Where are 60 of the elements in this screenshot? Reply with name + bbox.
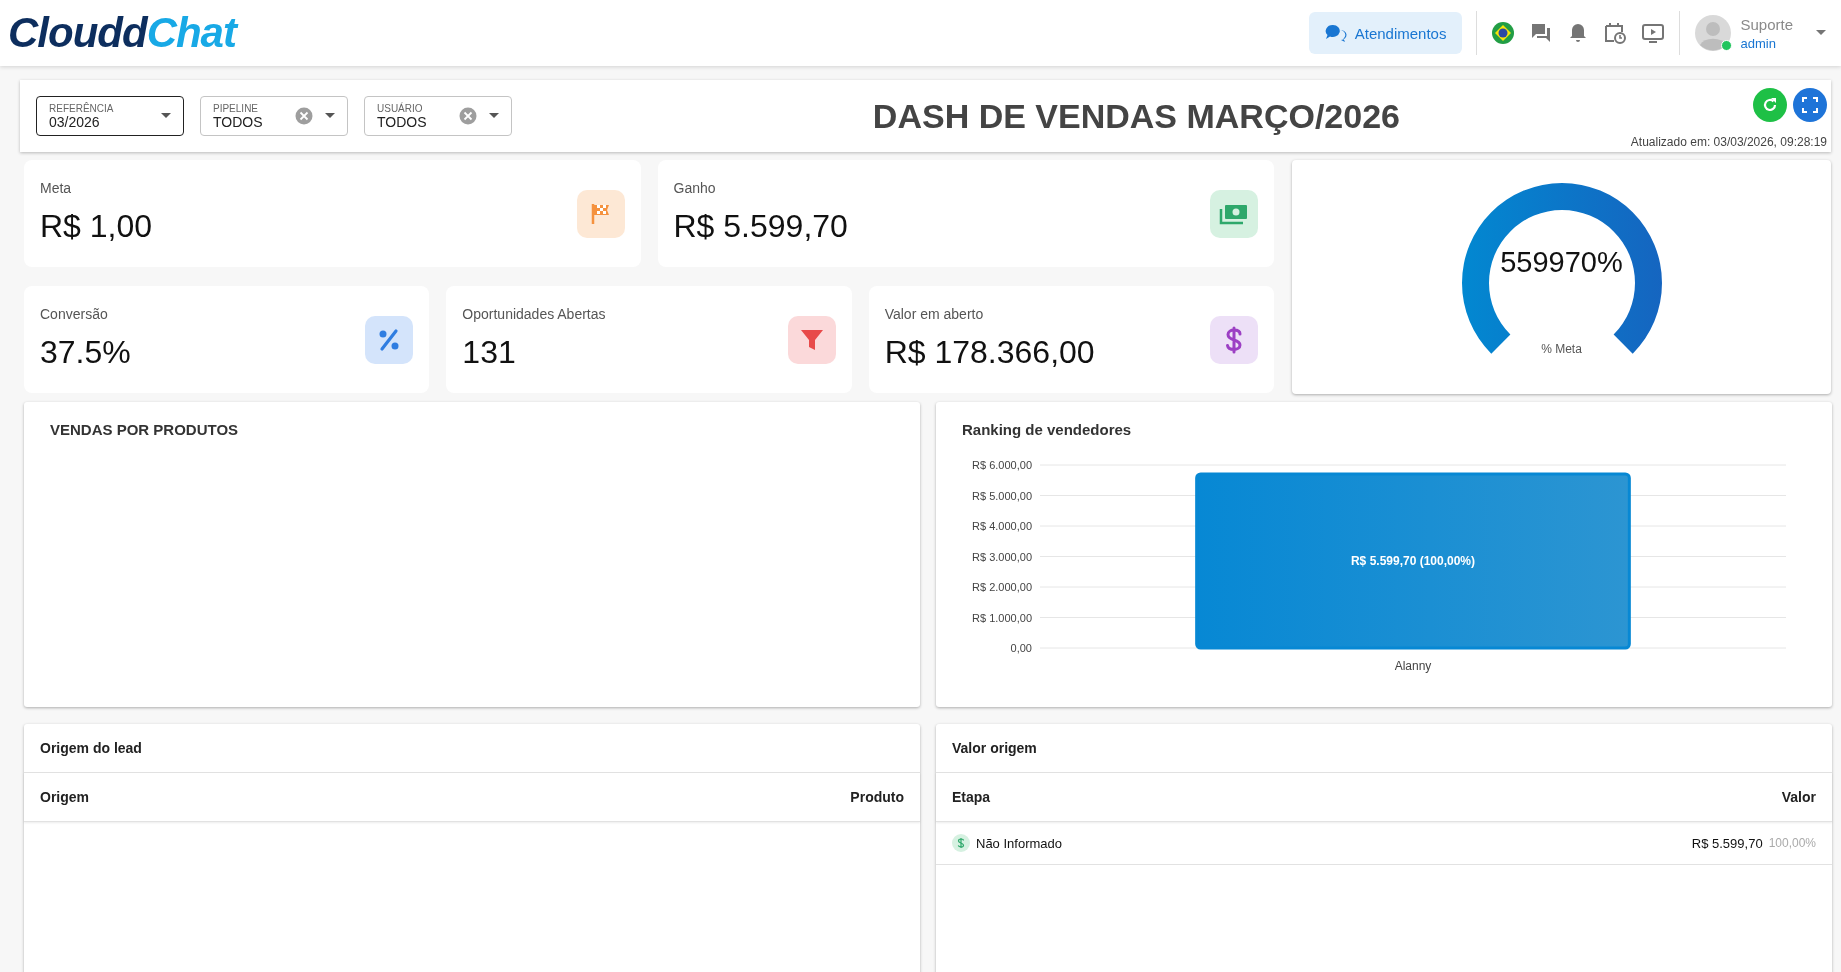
axis-tick-label: 0,00 <box>1010 642 1032 654</box>
select-field[interactable]: REFERÊNCIA 03/2026 <box>36 96 184 136</box>
updated-timestamp: Atualizado em: 03/03/2026, 09:28:19 <box>1630 135 1827 149</box>
tv-play-icon[interactable] <box>1641 21 1666 45</box>
axis-tick-label: R$ 5.000,00 <box>972 489 1032 502</box>
dollar-icon <box>952 834 970 852</box>
kpi-value: R$ 1,00 <box>40 208 153 245</box>
money-icon <box>1210 190 1258 238</box>
attendance-button[interactable]: Atendimentos <box>1308 12 1463 54</box>
table-cell: Não Informado <box>976 835 1062 851</box>
chat-icon <box>1324 23 1347 43</box>
funnel-icon <box>787 316 836 364</box>
kpi-value: R$ 178.366,00 <box>884 334 1095 371</box>
select-field[interactable]: PIPELINE TODOS <box>200 96 348 136</box>
caret-icon[interactable] <box>325 113 335 119</box>
column-header: Etapa <box>952 789 991 805</box>
axis-tick-label: R$ 1.000,00 <box>972 611 1032 624</box>
kpi-label: Meta <box>40 180 73 196</box>
clear-icon[interactable] <box>459 107 477 125</box>
bar-value-label: R$ 5.599,70 (100,00%) <box>1350 554 1476 568</box>
kpi-value: 131 <box>462 334 517 371</box>
kpi-label: Valor em aberto <box>884 306 985 322</box>
flag-icon[interactable] <box>1491 21 1516 45</box>
gauge-caption: % Meta <box>1540 342 1583 356</box>
clear-icon[interactable] <box>295 107 313 125</box>
select-field[interactable]: USUÁRIO TODOS <box>364 96 512 136</box>
fullscreen-icon <box>1802 97 1818 113</box>
flag-icon <box>576 190 625 238</box>
column-header: Valor <box>1781 789 1816 805</box>
kpi-label: Ganho <box>673 180 717 196</box>
refresh-button[interactable] <box>1753 88 1787 122</box>
column-header: Produto <box>850 789 904 805</box>
panel-title: Ranking de vendedores <box>961 420 1133 440</box>
user-role: admin <box>1740 35 1777 51</box>
axis-tick-label: R$ 2.000,00 <box>972 581 1032 593</box>
axis-tick-label: R$ 3.000,00 <box>972 550 1032 563</box>
dashboard-title: DASH DE VENDAS MARÇO/2026 <box>871 96 1401 136</box>
caret-icon[interactable] <box>1815 29 1827 37</box>
caret-icon[interactable] <box>161 113 171 119</box>
table-cell: R$ 5.599,70 <box>1691 835 1763 851</box>
refresh-icon <box>1761 96 1779 114</box>
percent-icon <box>365 316 414 364</box>
kpi-value: R$ 5.599,70 <box>673 208 848 245</box>
kpi-value: 37.5% <box>40 334 131 371</box>
gauge-reading: 559970% <box>1499 246 1624 279</box>
table-cell: 100,00% <box>1768 836 1816 850</box>
user-name: Suporte <box>1740 15 1793 33</box>
column-header: Origem <box>40 789 89 805</box>
kpi-label: Oportunidades Abertas <box>462 306 606 322</box>
kpi-label: Conversão <box>40 306 109 322</box>
table-title: Valor origem <box>936 724 1832 773</box>
category-label: Alanny <box>1394 659 1432 673</box>
caret-icon[interactable] <box>489 113 499 119</box>
panel-title: VENDAS POR PRODUTOS <box>49 420 240 440</box>
fullscreen-button[interactable] <box>1793 88 1827 122</box>
calendar-clock-icon[interactable] <box>1603 21 1628 45</box>
axis-tick-label: R$ 6.000,00 <box>972 459 1032 471</box>
dollar-icon <box>1210 316 1258 364</box>
table-title: Origem do lead <box>24 724 920 773</box>
axis-tick-label: R$ 4.000,00 <box>972 520 1032 532</box>
